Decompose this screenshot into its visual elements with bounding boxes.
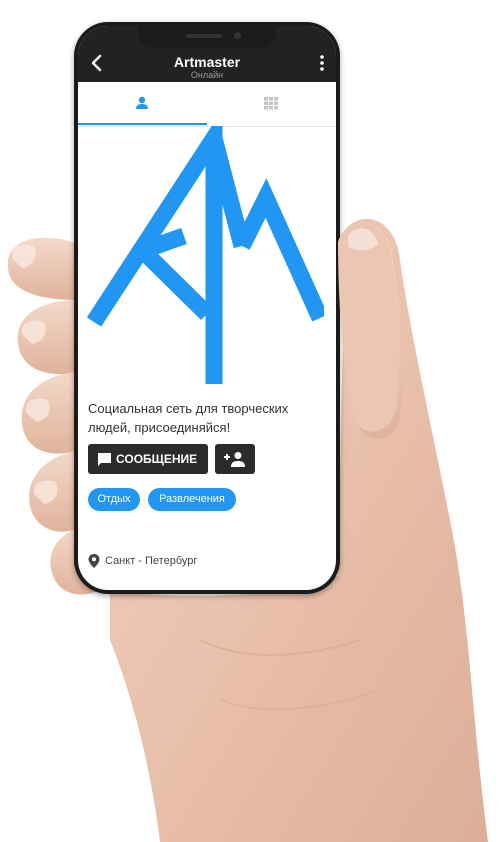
tab-profile[interactable] — [78, 82, 207, 126]
phone-frame: Artmaster Онлайн Социальная сеть для тво… — [74, 22, 340, 594]
more-vert-icon[interactable] — [314, 53, 330, 73]
profile-tabs — [78, 82, 336, 127]
person-icon — [136, 96, 148, 109]
thumb-image — [338, 222, 400, 432]
location-text: Санкт - Петербург — [105, 555, 198, 567]
profile-description: Социальная сеть для творческих людей, пр… — [88, 401, 289, 435]
tab-gallery[interactable] — [207, 82, 336, 126]
grid-icon — [264, 97, 278, 110]
artmaster-logo — [86, 126, 324, 384]
active-tab-indicator — [78, 123, 207, 125]
online-status: Онлайн — [190, 70, 224, 80]
phone-notch — [138, 26, 276, 48]
phone-screen: Artmaster Онлайн Социальная сеть для тво… — [78, 26, 336, 590]
message-button-label: СООБЩЕНИЕ — [116, 452, 198, 466]
tag-chip[interactable]: Развлечения — [148, 488, 236, 511]
app-title: Artmaster — [173, 54, 241, 70]
person-add-icon — [224, 452, 245, 467]
add-friend-button[interactable] — [215, 444, 255, 474]
tag-chip[interactable]: Отдых — [88, 488, 140, 511]
chat-icon — [98, 453, 111, 466]
message-button[interactable]: СООБЩЕНИЕ — [88, 444, 208, 474]
location-pin-icon — [88, 554, 100, 568]
scene: Artmaster Онлайн Социальная сеть для тво… — [0, 0, 500, 842]
